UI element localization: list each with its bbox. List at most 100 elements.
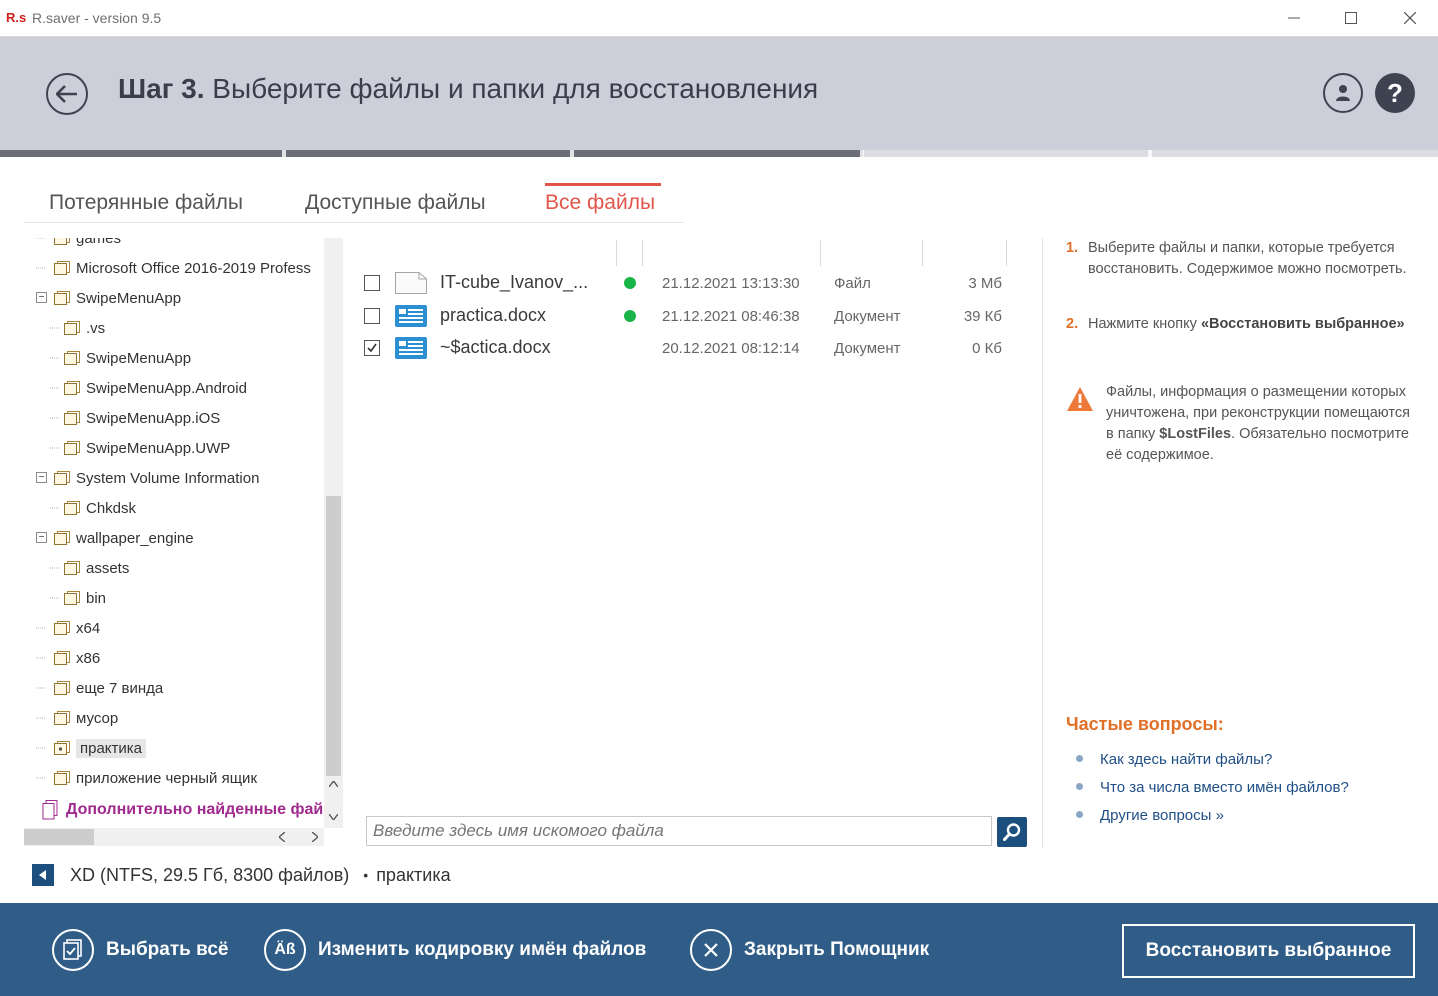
account-button[interactable] [1323, 73, 1363, 113]
tree-item-additional-found[interactable]: Дополнительно найденные фай [24, 798, 329, 822]
restore-selected-button[interactable]: Восстановить выбранное [1122, 924, 1415, 978]
collapse-toggle-icon[interactable]: − [36, 472, 47, 483]
file-row[interactable]: IT-cube_Ivanov_... 21.12.2021 13:13:30 Фай… [360, 267, 1028, 299]
help-button[interactable]: ? [1375, 73, 1415, 113]
progress-fill [0, 150, 863, 157]
folder-icon [64, 501, 80, 515]
tree-item[interactable]: SwipeMenuApp [50, 346, 192, 370]
current-folder: практика [376, 864, 451, 885]
tree-connector [50, 357, 60, 359]
tree-horizontal-scrollbar[interactable] [24, 828, 324, 846]
tree-item[interactable]: x86 [36, 646, 101, 670]
tree-connector [50, 417, 60, 419]
tree-connector [50, 507, 60, 509]
folder-icon [54, 741, 70, 755]
breadcrumb-separator: • [363, 867, 369, 883]
scroll-down-icon[interactable] [329, 814, 338, 820]
lostfiles-folder-name: $LostFiles [1159, 426, 1232, 442]
tree-item[interactable]: − System Volume Information [36, 466, 259, 490]
close-helper-button[interactable]: Закрыть Помощник [690, 903, 929, 996]
folder-icon [54, 681, 70, 695]
column-separator[interactable] [642, 240, 643, 266]
column-separator[interactable] [820, 240, 821, 266]
folder-icon [64, 351, 80, 365]
minimize-button[interactable] [1274, 6, 1314, 30]
tree-item[interactable]: bin [50, 586, 106, 610]
maximize-button[interactable] [1331, 6, 1371, 30]
tree-connector [50, 567, 60, 569]
select-all-icon [52, 928, 94, 971]
change-encoding-button[interactable]: Äß Изменить кодировку имён файлов [264, 903, 646, 996]
close-window-button[interactable] [1390, 6, 1430, 30]
tree-item[interactable]: практика [36, 736, 147, 760]
scroll-up-icon[interactable] [329, 781, 338, 787]
tree-connector [50, 327, 60, 329]
tree-item[interactable]: − SwipeMenuApp [36, 286, 181, 310]
question-mark-icon: ? [1387, 77, 1403, 108]
tree-item[interactable]: games [36, 238, 121, 250]
column-separator[interactable] [922, 240, 923, 266]
faq-link-find-files[interactable]: Как здесь найти файлы? [1076, 749, 1272, 770]
tab-available-files[interactable]: Доступные файлы [305, 183, 486, 223]
tree-vertical-scrollbar[interactable] [324, 238, 343, 828]
faq-link-label: Что за числа вместо имён файлов? [1100, 779, 1349, 796]
wizard-header: Шаг 3. Выберите файлы и папки для восста… [0, 37, 1438, 150]
file-row[interactable]: ~$actica.docx 20.12.2021 08:12:14 Документ… [360, 332, 1028, 364]
scrollbar-thumb[interactable] [326, 496, 341, 776]
tree-item-label: SwipeMenuApp.UWP [86, 439, 231, 457]
tree-item[interactable]: SwipeMenuApp.iOS [50, 406, 220, 430]
scroll-right-icon[interactable] [312, 832, 318, 842]
column-separator[interactable] [1006, 240, 1007, 266]
tree-item[interactable]: Chkdsk [50, 496, 136, 520]
collapse-panel-button[interactable] [32, 864, 54, 886]
tree-item[interactable]: приложение черный ящик [36, 766, 257, 790]
tree-item-label: SwipeMenuApp [86, 349, 192, 367]
tree-item[interactable]: SwipeMenuApp.UWP [50, 436, 231, 460]
tree-item[interactable]: еще 7 винда [36, 676, 164, 700]
search-icon [1003, 823, 1021, 841]
tree-item-label: x86 [76, 649, 101, 667]
collapse-toggle-icon[interactable]: − [36, 532, 47, 543]
file-checkbox[interactable] [364, 275, 380, 291]
collapse-toggle-icon[interactable]: − [36, 292, 47, 303]
tree-item[interactable]: assets [50, 556, 129, 580]
folder-icon [64, 321, 80, 335]
tree-item[interactable]: x64 [36, 616, 100, 640]
column-separator[interactable] [616, 240, 617, 266]
faq-link-other-questions[interactable]: Другие вопросы » [1076, 805, 1224, 826]
tree-item-label: еще 7 винда [76, 679, 164, 697]
tree-item[interactable]: SwipeMenuApp.Android [50, 376, 247, 400]
maximize-icon [1345, 12, 1357, 24]
tab-lost-files[interactable]: Потерянные файлы [49, 183, 243, 223]
step-text: Выберите файлы и папки, которые требуетс… [1088, 240, 1407, 277]
scroll-left-icon[interactable] [279, 832, 285, 842]
folder-icon [54, 291, 70, 305]
tab-all-files[interactable]: Все файлы [545, 183, 661, 223]
file-date: 20.12.2021 08:12:14 [662, 340, 800, 357]
tree-item[interactable]: .vs [50, 316, 105, 340]
close-icon [1404, 12, 1416, 24]
folder-icon [64, 591, 80, 605]
faq-link-numbers-instead-names[interactable]: Что за числа вместо имён файлов? [1076, 777, 1349, 798]
file-status-indicator [624, 277, 636, 289]
file-search-input[interactable] [366, 816, 992, 846]
scrollbar-thumb[interactable] [24, 829, 94, 845]
tree-item-label: Microsoft Office 2016-2019 Profess [76, 259, 311, 277]
folder-icon [64, 441, 80, 455]
file-checkbox[interactable] [364, 307, 380, 324]
warning-icon [1067, 387, 1093, 411]
tree-connector [36, 717, 46, 719]
page-title: Шаг 3. Выберите файлы и папки для восста… [118, 73, 818, 105]
search-button[interactable] [997, 817, 1027, 847]
tree-item[interactable]: мусор [36, 706, 118, 730]
select-all-button[interactable]: Выбрать всё [52, 903, 228, 996]
file-checkbox[interactable] [364, 340, 380, 356]
location-status-bar: XD (NTFS, 29.5 Гб, 8300 файлов) • практи… [32, 862, 451, 888]
tree-connector [36, 657, 46, 659]
title-bar: R.s R.saver - version 9.5 [0, 0, 1438, 37]
back-button[interactable] [46, 73, 88, 115]
change-encoding-label: Изменить кодировку имён файлов [318, 938, 647, 960]
tree-item[interactable]: Microsoft Office 2016-2019 Profess [36, 256, 311, 280]
tree-item[interactable]: − wallpaper_engine [36, 526, 194, 550]
file-row[interactable]: practica.docx 21.12.2021 08:46:38 Документ… [360, 300, 1028, 332]
